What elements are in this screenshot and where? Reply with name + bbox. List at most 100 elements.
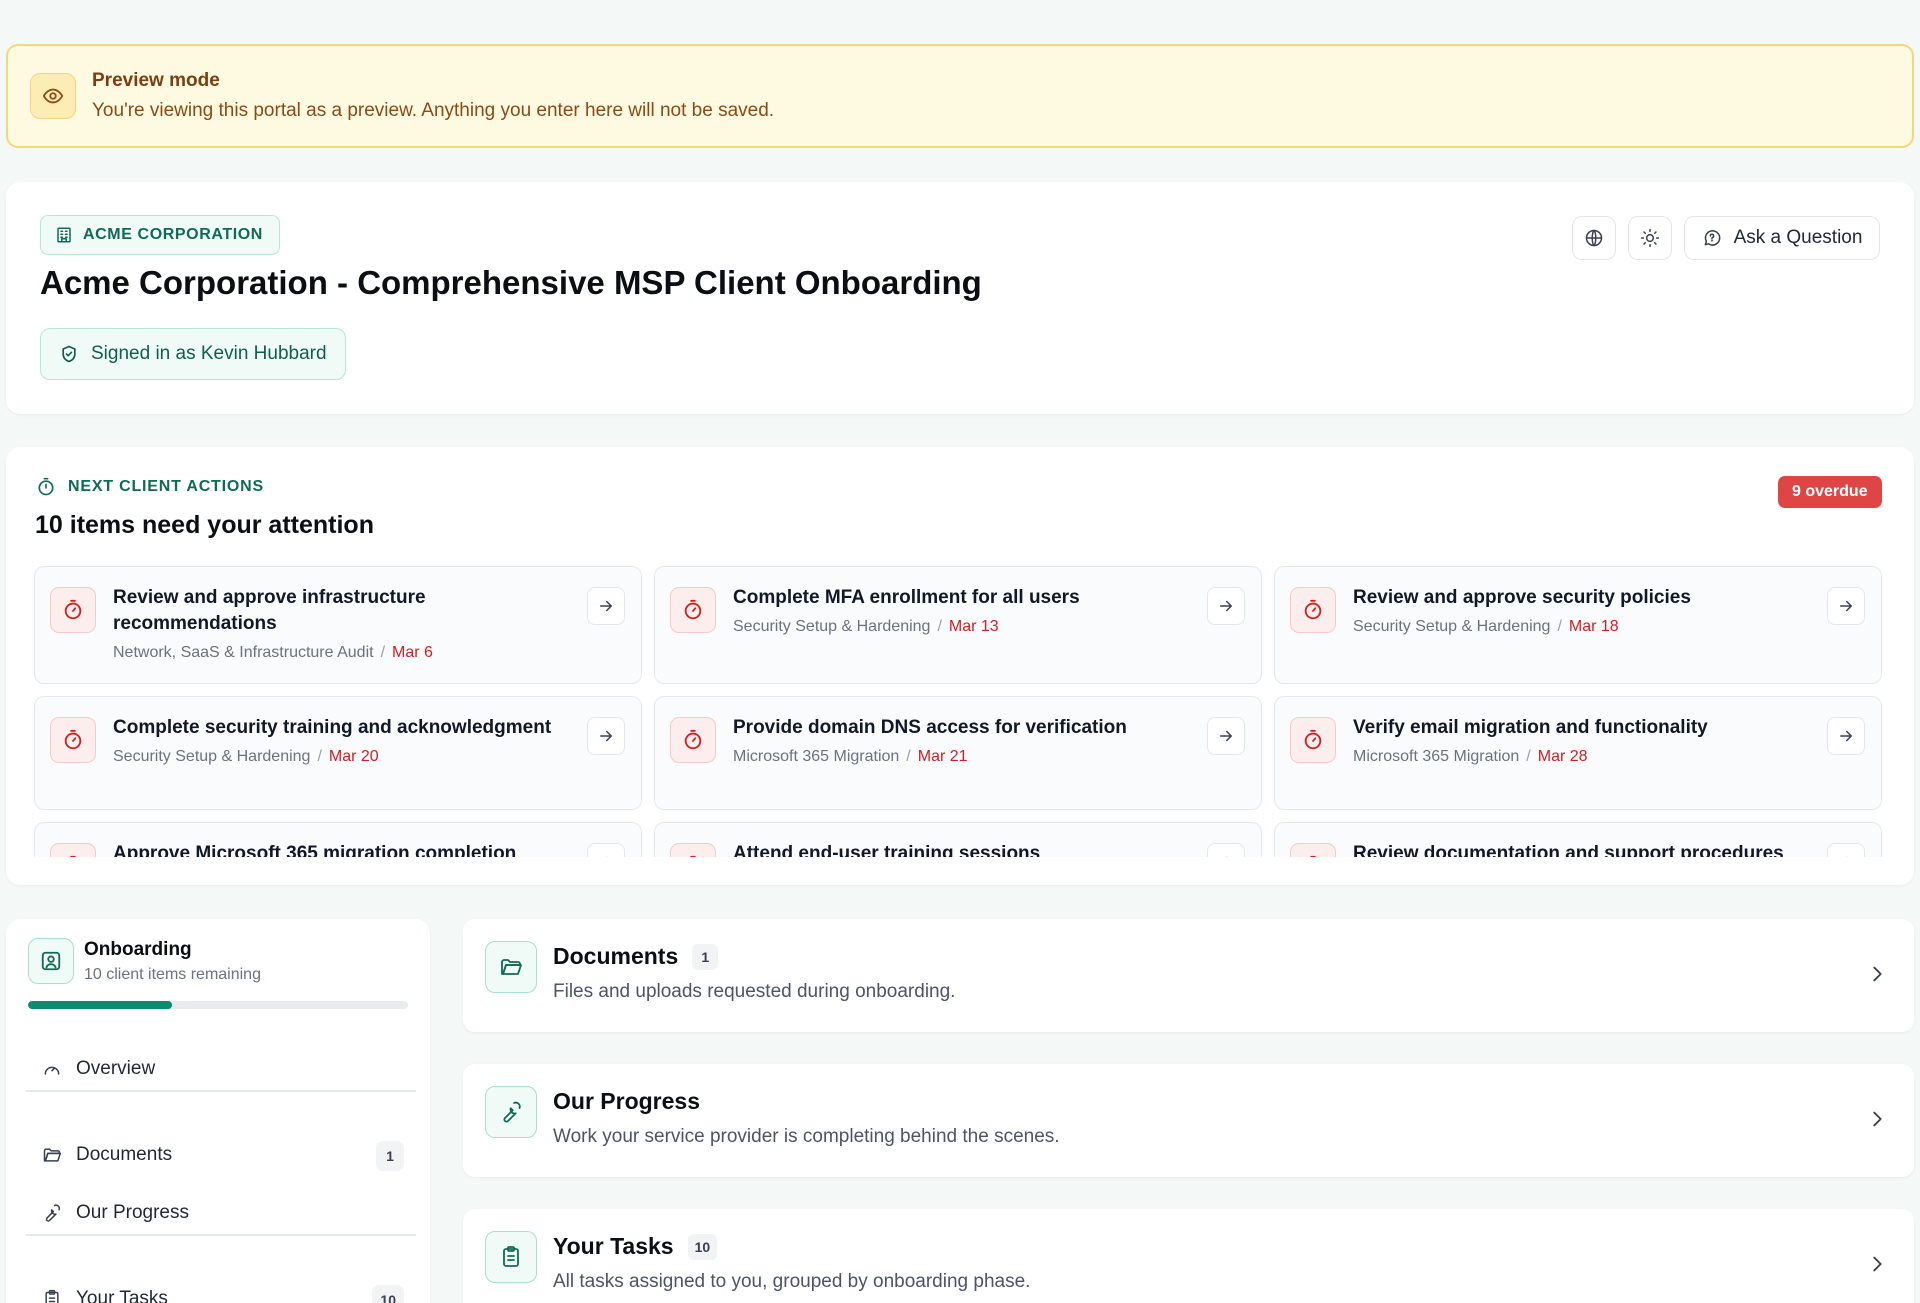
arrow-right-icon[interactable] xyxy=(1207,717,1245,755)
action-item-phase: Network, SaaS & Infrastructure Audit xyxy=(113,644,374,661)
action-item-card[interactable]: Review and approve security policies Sec… xyxy=(1274,566,1882,684)
action-item-title: Verify email migration and functionality xyxy=(1353,717,1708,738)
next-actions-heading: 10 items need your attention xyxy=(35,511,374,539)
sidebar-title: Onboarding xyxy=(84,939,192,960)
section-title-text: Documents xyxy=(553,943,679,969)
section-title: Our Progress xyxy=(553,1088,700,1115)
wrench-icon xyxy=(485,1086,537,1138)
sidebar-item-your-tasks[interactable]: Your Tasks 10 xyxy=(32,1279,408,1303)
shield-check-icon xyxy=(59,344,79,364)
folder-open-icon xyxy=(485,941,537,993)
timer-icon xyxy=(1290,587,1336,633)
section-description: Work your service provider is completing… xyxy=(553,1126,1060,1147)
section-card-documents[interactable]: Documents 1 Files and uploads requested … xyxy=(463,919,1914,1032)
arrow-right-icon[interactable] xyxy=(1207,587,1245,625)
sidebar-item-count: 1 xyxy=(376,1141,404,1171)
signed-in-text: Signed in as Kevin Hubbard xyxy=(91,343,327,364)
action-item-due-date: Mar 28 xyxy=(1537,748,1588,765)
folder-open-icon xyxy=(42,1145,62,1165)
ask-question-button[interactable]: Ask a Question xyxy=(1684,216,1880,260)
sidebar-item-label: Overview xyxy=(76,1058,156,1079)
sidebar-item-overview[interactable]: Overview xyxy=(32,1049,408,1089)
theme-toggle-button[interactable] xyxy=(1628,216,1672,260)
gauge-icon xyxy=(42,1059,62,1079)
section-card-our-progress[interactable]: Our Progress Work your service provider … xyxy=(463,1064,1914,1177)
meta-separator: / xyxy=(1526,748,1531,765)
arrow-right-icon[interactable] xyxy=(1827,717,1865,755)
action-item-card[interactable]: Review and approve infrastructure recomm… xyxy=(34,566,642,684)
sidebar-item-documents[interactable]: Documents 1 xyxy=(32,1135,408,1175)
arrow-right-icon[interactable] xyxy=(587,843,625,857)
meta-separator: / xyxy=(380,644,386,661)
section-count: 1 xyxy=(692,943,719,970)
action-item-card[interactable]: Verify email migration and functionality… xyxy=(1274,696,1882,810)
meta-separator: / xyxy=(317,748,322,765)
action-item-card[interactable]: Complete security training and acknowled… xyxy=(34,696,642,810)
action-item-phase: Security Setup & Hardening xyxy=(113,748,311,765)
sidebar-item-label: Your Tasks xyxy=(76,1288,168,1303)
preview-message: You're viewing this portal as a preview.… xyxy=(92,100,775,121)
chevron-right-icon xyxy=(1866,1253,1888,1275)
section-count: 10 xyxy=(687,1233,718,1260)
action-item-due-date: Mar 20 xyxy=(328,748,379,765)
action-item-title: Review and approve infrastructure recomm… xyxy=(113,587,426,634)
action-item-card[interactable]: Complete MFA enrollment for all users Se… xyxy=(654,566,1262,684)
section-title: Documents 1 xyxy=(553,943,719,970)
chevron-right-icon xyxy=(1866,963,1888,985)
page-title: Acme Corporation - Comprehensive MSP Cli… xyxy=(40,264,982,301)
timer-icon xyxy=(50,843,96,857)
section-description: Files and uploads requested during onboa… xyxy=(553,981,956,1002)
action-item-title: Complete security training and acknowled… xyxy=(113,717,552,738)
section-title-text: Your Tasks xyxy=(553,1233,674,1259)
timer-icon xyxy=(670,843,716,857)
action-item-title: Attend end-user training sessions xyxy=(733,843,1041,857)
section-description: All tasks assigned to you, grouped by on… xyxy=(553,1271,1031,1292)
sun-icon xyxy=(1640,228,1660,248)
action-item-due-date: Mar 6 xyxy=(392,644,433,661)
preview-banner: Preview mode You're viewing this portal … xyxy=(6,44,1914,148)
action-item-title: Review and approve security policies xyxy=(1353,587,1691,608)
sidebar-item-label: Documents xyxy=(76,1144,173,1165)
action-item-due-date: Mar 21 xyxy=(917,748,968,765)
arrow-right-icon[interactable] xyxy=(1827,587,1865,625)
arrow-right-icon[interactable] xyxy=(1207,843,1245,857)
action-item-card[interactable]: Provide domain DNS access for verificati… xyxy=(654,696,1262,810)
sidebar-item-count: 10 xyxy=(372,1285,404,1303)
action-item-card[interactable]: Approve Microsoft 365 migration completi… xyxy=(34,822,642,857)
overdue-badge: 9 overdue xyxy=(1778,476,1882,508)
wrench-icon xyxy=(42,1203,62,1223)
arrow-right-icon[interactable] xyxy=(587,587,625,625)
arrow-right-icon[interactable] xyxy=(587,717,625,755)
action-item-due-date: Mar 18 xyxy=(1568,618,1619,635)
timer-icon xyxy=(670,717,716,763)
meta-separator: / xyxy=(937,618,942,635)
action-item-meta: Security Setup & Hardening / Mar 20 xyxy=(113,748,581,766)
org-name: ACME CORPORATION xyxy=(83,226,263,243)
action-item-phase: Security Setup & Hardening xyxy=(1353,618,1551,635)
sidebar-item-our-progress[interactable]: Our Progress xyxy=(32,1193,408,1233)
action-item-title: Review documentation and support procedu… xyxy=(1353,843,1784,857)
section-title: Your Tasks 10 xyxy=(553,1233,718,1260)
action-item-due-date: Mar 13 xyxy=(948,618,999,635)
arrow-right-icon[interactable] xyxy=(1827,843,1865,857)
action-item-card[interactable]: Review documentation and support procedu… xyxy=(1274,822,1882,857)
action-item-meta: Security Setup & Hardening / Mar 18 xyxy=(1353,618,1821,636)
meta-separator: / xyxy=(906,748,911,765)
message-question-icon xyxy=(1702,228,1722,248)
ask-question-label: Ask a Question xyxy=(1733,227,1863,248)
language-button[interactable] xyxy=(1572,216,1616,260)
section-card-your-tasks[interactable]: Your Tasks 10 All tasks assigned to you,… xyxy=(463,1209,1914,1303)
action-items-list: Review and approve infrastructure recomm… xyxy=(34,566,1890,857)
sidebar-item-label: Our Progress xyxy=(76,1202,189,1223)
timer-icon xyxy=(50,587,96,633)
clipboard-list-icon xyxy=(42,1289,62,1303)
action-item-phase: Microsoft 365 Migration xyxy=(733,748,900,765)
building-icon xyxy=(55,226,73,244)
preview-title: Preview mode xyxy=(92,70,220,91)
action-item-card[interactable]: Attend end-user training sessions / xyxy=(654,822,1262,857)
user-location-icon xyxy=(28,938,74,984)
action-item-meta: Network, SaaS & Infrastructure Audit / Mar… xyxy=(113,644,581,662)
action-item-title: Approve Microsoft 365 migration completi… xyxy=(113,843,517,857)
action-item-meta: Microsoft 365 Migration / Mar 28 xyxy=(1353,748,1821,766)
onboarding-progress-bar xyxy=(28,1001,408,1009)
